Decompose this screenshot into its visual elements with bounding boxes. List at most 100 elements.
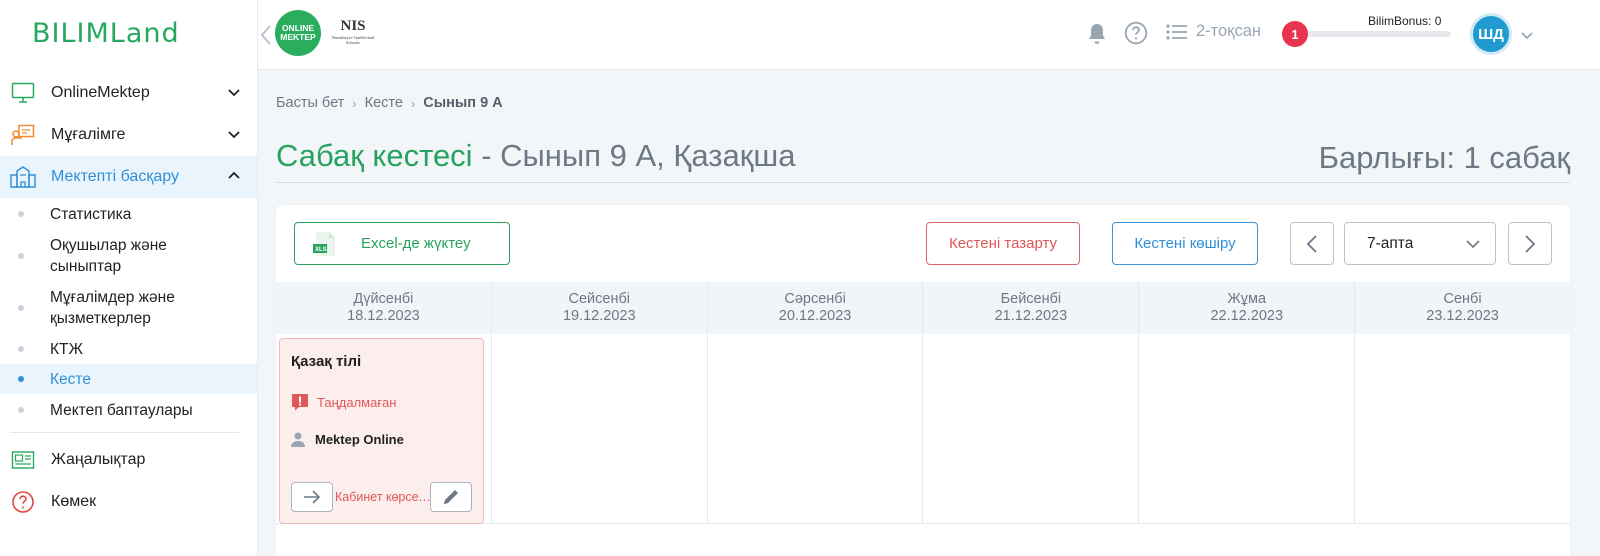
- page-title-class: - Сынып 9 А, Қазақша: [472, 138, 796, 173]
- bullet-dot-icon: [18, 407, 24, 413]
- sidebar-item-label: Жаңалықтар: [51, 451, 146, 468]
- lesson-room: Кабинет көрсетілмеген: [335, 490, 432, 504]
- sidebar-subitem-label: Оқушылар және сыныптар: [50, 237, 167, 275]
- copy-schedule-button[interactable]: Кестені көшіру: [1112, 222, 1258, 265]
- chevron-right-icon: ›: [410, 95, 416, 111]
- sidebar-item-news[interactable]: Жаңалықтар: [0, 439, 257, 481]
- bullet-dot-icon: [18, 376, 24, 382]
- user-avatar[interactable]: ШД: [1470, 13, 1512, 55]
- open-lesson-button[interactable]: [291, 482, 333, 512]
- schedule-cell-friday[interactable]: [1139, 334, 1356, 523]
- help-circle-icon: [10, 489, 36, 515]
- schedule-cell-tuesday[interactable]: [492, 334, 708, 523]
- sidebar-divider: [10, 432, 239, 433]
- sidebar-subitem-schedule[interactable]: Кесте: [0, 364, 257, 394]
- sidebar-subitem-statistics[interactable]: Статистика: [0, 198, 257, 230]
- sidebar-item-label: Мұғалімге: [51, 126, 126, 143]
- day-header-thursday: Бейсенбі 21.12.2023: [923, 282, 1140, 334]
- bullet-dot-icon: [18, 346, 24, 352]
- xls-file-icon: XLS: [313, 231, 335, 256]
- bilimland-logo[interactable]: BILIMLand: [32, 18, 180, 49]
- alert-message-icon: [292, 394, 308, 411]
- school-building-icon: [10, 164, 36, 190]
- day-name: Жұма: [1227, 291, 1267, 307]
- sidebar-item-onlinemektep[interactable]: OnlineMektep: [0, 72, 257, 114]
- nis-logo[interactable]: NIS Nazarbayev Intellectual Schools: [330, 10, 376, 58]
- sidebar-item-label: OnlineMektep: [51, 84, 150, 101]
- sidebar-item-label: Көмек: [51, 493, 97, 510]
- sidebar-subitem-teachers-staff[interactable]: Мұғалімдер және қызметкерлер: [0, 282, 257, 334]
- sidebar-subitem-label: Мектеп баптаулары: [50, 401, 193, 419]
- sidebar-item-label: Мектепті басқару: [51, 168, 179, 185]
- schedule-day-headers: Дүйсенбі 18.12.2023 Сейсенбі 19.12.2023 Сә…: [276, 282, 1570, 334]
- day-header-tuesday: Сейсенбі 19.12.2023: [492, 282, 708, 334]
- sidebar-subitem-label: Статистика: [50, 205, 132, 223]
- sidebar-item-school-management[interactable]: Мектепті басқару: [0, 156, 257, 198]
- nis-logo-text: NIS: [340, 18, 366, 34]
- arrow-right-icon: [304, 490, 321, 504]
- sidebar-item-teacher[interactable]: Мұғалімге: [0, 114, 257, 156]
- sidebar-subitem-students-classes[interactable]: Оқушылар және сыныптар: [0, 230, 257, 282]
- help-icon[interactable]: [1124, 21, 1148, 45]
- list-icon: [1166, 23, 1187, 40]
- chevron-down-icon[interactable]: [1520, 28, 1534, 42]
- day-name: Дүйсенбі: [353, 291, 414, 307]
- chevron-right-icon: [1525, 234, 1536, 253]
- bilimbonus-label: BilimBonus: 0: [1368, 14, 1442, 28]
- teacher-board-icon: [10, 122, 36, 148]
- schedule-cell-wednesday[interactable]: [708, 334, 924, 523]
- day-name: Сейсенбі: [568, 291, 630, 307]
- day-header-saturday: Сенбі 23.12.2023: [1355, 282, 1570, 334]
- day-name: Бейсенбі: [1000, 291, 1062, 307]
- sidebar-subitem-label: Мұғалімдер және қызметкерлер: [50, 289, 175, 327]
- chevron-down-icon: [1466, 240, 1480, 249]
- bullet-dot-icon: [18, 211, 24, 217]
- excel-download-button[interactable]: XLS Excel-де жүктеу: [294, 222, 510, 265]
- notification-badge[interactable]: 1: [1282, 21, 1308, 47]
- lesson-teacher-name: Mektep Online: [315, 432, 404, 447]
- total-lessons: Барлығы: 1 сабақ: [1318, 140, 1570, 175]
- chevron-left-icon: [1306, 234, 1317, 253]
- chevron-down-icon: [228, 131, 240, 139]
- day-name: Сенбі: [1443, 291, 1482, 307]
- prev-week-button[interactable]: [1290, 222, 1334, 265]
- pencil-icon: [444, 490, 458, 504]
- day-date: 23.12.2023: [1426, 308, 1499, 324]
- sidebar-submenu: Статистика Оқушылар және сыныптар Мұғалі…: [0, 198, 257, 426]
- top-header: ONLINE MEKTEP NIS Nazarbayev Intellectua…: [258, 0, 1600, 70]
- excel-download-label: Excel-де жүктеу: [361, 235, 471, 252]
- online-mektep-logo[interactable]: ONLINE MEKTEP: [275, 10, 321, 56]
- user-icon: [291, 432, 305, 447]
- schedule-cell-monday[interactable]: Қазақ тілі Таңдалмаған Mektep Online Каб…: [276, 334, 492, 524]
- lesson-subject: Қазақ тілі: [291, 353, 362, 370]
- sidebar-collapse-chevron-icon[interactable]: [258, 20, 274, 50]
- bilimbonus-progress-bar: [1294, 31, 1451, 37]
- week-select[interactable]: 7-апта: [1344, 222, 1496, 265]
- news-icon: [10, 447, 36, 473]
- monitor-icon: [10, 80, 36, 106]
- clear-schedule-button[interactable]: Кестені тазарту: [926, 222, 1080, 265]
- day-name: Сәрсенбі: [784, 291, 846, 307]
- breadcrumb-current: Сынып 9 А: [423, 95, 503, 111]
- day-date: 21.12.2023: [994, 308, 1068, 324]
- breadcrumb-home[interactable]: Басты бет: [276, 95, 344, 111]
- breadcrumb-schedule[interactable]: Кесте: [365, 95, 403, 111]
- day-header-wednesday: Сәрсенбі 20.12.2023: [708, 282, 924, 334]
- edit-lesson-button[interactable]: [430, 482, 472, 512]
- quarter-selector[interactable]: 2-тоқсан: [1166, 22, 1261, 41]
- lesson-card[interactable]: Қазақ тілі Таңдалмаған Mektep Online Каб…: [279, 338, 484, 524]
- schedule-card: XLS Excel-де жүктеу Кестені тазарту Кест…: [276, 205, 1570, 556]
- lesson-status: Таңдалмаған: [291, 393, 397, 411]
- bell-icon[interactable]: [1086, 22, 1108, 46]
- next-week-button[interactable]: [1508, 222, 1552, 265]
- sidebar-item-help[interactable]: Көмек: [0, 481, 257, 523]
- nis-logo-subtitle: Nazarbayev Intellectual Schools: [331, 35, 375, 45]
- bullet-dot-icon: [18, 253, 24, 259]
- sidebar-subitem-ktzh[interactable]: КТЖ: [0, 334, 257, 364]
- schedule-cell-thursday[interactable]: [923, 334, 1140, 523]
- lesson-teacher: Mektep Online: [291, 432, 404, 447]
- week-select-value: 7-апта: [1367, 234, 1414, 252]
- sidebar-subitem-school-settings[interactable]: Мектеп баптаулары: [0, 394, 257, 426]
- quarter-label: 2-тоқсан: [1196, 22, 1261, 40]
- schedule-cell-saturday[interactable]: [1355, 334, 1570, 523]
